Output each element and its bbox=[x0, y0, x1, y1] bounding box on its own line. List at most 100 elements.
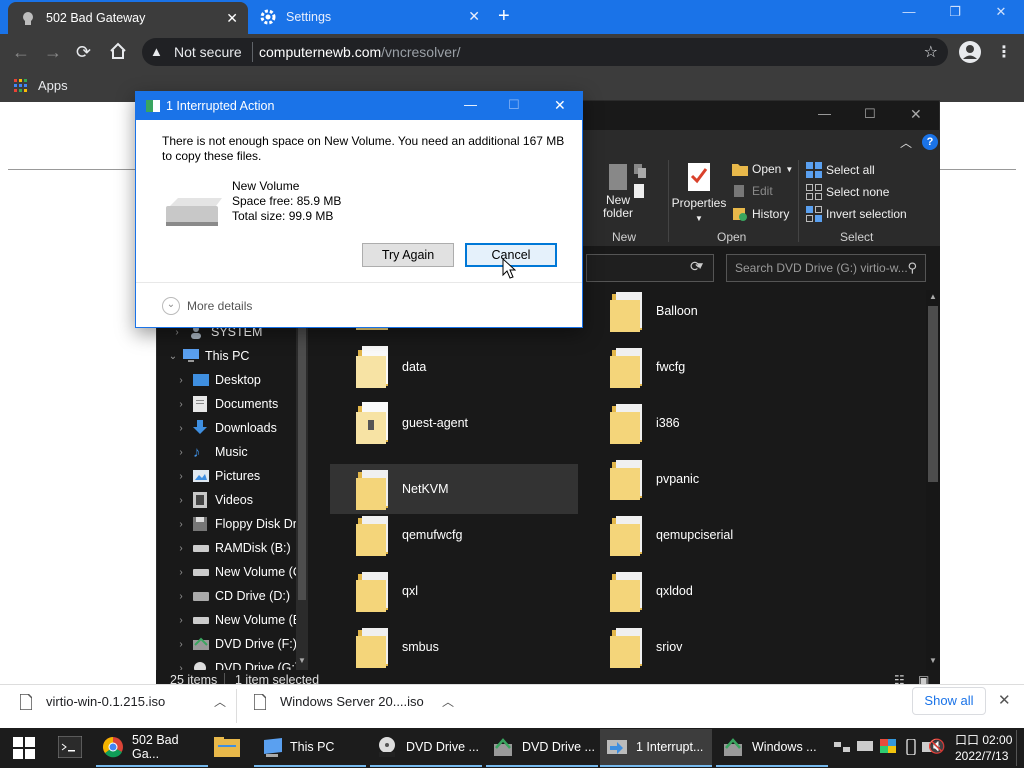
nav-item-dvd-f[interactable]: › DVD Drive (F:) I bbox=[175, 632, 304, 656]
minimize-window-button[interactable]: — bbox=[886, 4, 932, 26]
folder-item[interactable]: i386 bbox=[584, 398, 832, 448]
speaker-muted-icon[interactable]: 🔇 bbox=[928, 738, 945, 755]
nav-scroll-thumb[interactable] bbox=[298, 300, 306, 600]
nav-item-downloads[interactable]: › Downloads bbox=[175, 416, 277, 440]
chevron-right-icon[interactable]: › bbox=[175, 663, 187, 671]
profile-avatar-icon[interactable] bbox=[958, 40, 982, 64]
chevron-right-icon[interactable]: › bbox=[175, 495, 187, 506]
history-button[interactable]: History bbox=[732, 206, 789, 222]
nav-item-cd-drive[interactable]: › CD Drive (D:) bbox=[175, 584, 290, 608]
folder-item[interactable]: smbus bbox=[330, 622, 578, 670]
folder-item[interactable]: fwcfg bbox=[584, 342, 832, 392]
nav-item-new-volume-c[interactable]: › New Volume (C bbox=[175, 560, 302, 584]
chevron-right-icon[interactable]: › bbox=[175, 423, 187, 434]
taskbar-item-interrupted-action[interactable]: 1 Interrupt... bbox=[600, 729, 712, 767]
usb-device-icon[interactable] bbox=[906, 739, 916, 755]
select-none-button[interactable]: Select none bbox=[806, 184, 889, 200]
network-icon[interactable] bbox=[834, 740, 850, 754]
chevron-down-icon[interactable]: ⌄ bbox=[167, 351, 179, 362]
chevron-right-icon[interactable]: › bbox=[175, 639, 187, 650]
collapse-ribbon-icon[interactable]: ︿ bbox=[900, 134, 912, 151]
folder-item[interactable]: qxl bbox=[330, 566, 578, 616]
file-list-scrollbar[interactable]: ▲ ▼ bbox=[926, 290, 940, 670]
chevron-right-icon[interactable]: › bbox=[175, 615, 187, 626]
address-bar[interactable]: ▲ Not secure computernewb.com/vncresolve… bbox=[142, 38, 948, 66]
nav-item-music[interactable]: › ♪ Music bbox=[175, 440, 247, 464]
nav-item-videos[interactable]: › Videos bbox=[175, 488, 253, 512]
help-icon[interactable]: ? bbox=[922, 134, 938, 150]
nav-item-dvd-g[interactable]: › DVD Drive (G:) bbox=[175, 656, 299, 670]
clock-date[interactable]: 2022/7/13 bbox=[955, 749, 1008, 763]
folder-item[interactable]: sriov bbox=[584, 622, 832, 670]
folder-item[interactable]: guest-agent bbox=[330, 398, 578, 448]
folder-item[interactable]: data bbox=[330, 342, 578, 392]
file-list-scroll-thumb[interactable] bbox=[928, 306, 938, 482]
nav-item-pictures[interactable]: › Pictures bbox=[175, 464, 260, 488]
new-tab-button[interactable]: + bbox=[498, 5, 510, 28]
scroll-up-arrow-icon[interactable]: ▲ bbox=[929, 292, 937, 301]
new-item-icon[interactable] bbox=[632, 162, 652, 202]
folder-item[interactable]: qemupciserial bbox=[584, 510, 832, 560]
taskbar-item-windows[interactable]: Windows ... bbox=[716, 729, 828, 767]
explorer-maximize-button[interactable]: ☐ bbox=[864, 106, 876, 122]
download-item[interactable]: Windows Server 20....iso ︿ bbox=[254, 693, 454, 710]
bookmark-star-icon[interactable]: ☆ bbox=[924, 42, 938, 62]
chevron-right-icon[interactable]: › bbox=[175, 471, 187, 482]
chevron-right-icon[interactable]: › bbox=[175, 543, 187, 554]
keyboard-icon[interactable] bbox=[857, 740, 873, 752]
taskbar-item-dvd-drive-1[interactable]: DVD Drive ... bbox=[370, 729, 482, 767]
show-all-button[interactable]: Show all bbox=[912, 687, 986, 715]
nav-item-this-pc[interactable]: ⌄ This PC bbox=[167, 344, 249, 368]
close-downloads-icon[interactable]: ✕ bbox=[998, 691, 1011, 709]
edit-button[interactable]: Edit bbox=[732, 184, 773, 198]
refresh-icon[interactable]: ⟳ bbox=[690, 258, 702, 275]
clock-time[interactable]: 口口 02:00 bbox=[955, 731, 1012, 748]
taskbar-item-dvd-drive-2[interactable]: DVD Drive ... bbox=[486, 729, 598, 767]
close-tab-icon[interactable]: ✕ bbox=[226, 10, 238, 27]
dialog-minimize-button[interactable]: — bbox=[464, 97, 477, 112]
more-details-toggle[interactable]: ⌄ More details bbox=[162, 297, 252, 315]
command-prompt-icon[interactable] bbox=[58, 736, 82, 758]
taskbar-item-chrome[interactable]: 502 Bad Ga... bbox=[96, 729, 208, 767]
properties-button[interactable]: Properties ▼ bbox=[672, 162, 726, 223]
nav-scrollbar[interactable]: ▼ bbox=[296, 290, 308, 670]
apps-shortcut[interactable]: Apps bbox=[14, 78, 68, 93]
open-button[interactable]: Open ▼ bbox=[732, 162, 793, 176]
show-desktop-button[interactable] bbox=[1016, 730, 1022, 766]
select-all-button[interactable]: Select all bbox=[806, 162, 875, 178]
chevron-right-icon[interactable]: › bbox=[175, 447, 187, 458]
back-arrow-icon[interactable]: ← bbox=[12, 42, 30, 63]
nav-item-desktop[interactable]: › Desktop bbox=[175, 368, 261, 392]
scroll-down-arrow-icon[interactable]: ▼ bbox=[929, 656, 937, 665]
folder-item[interactable]: qemufwcfg bbox=[330, 510, 578, 560]
scroll-down-arrow-icon[interactable]: ▼ bbox=[298, 656, 306, 665]
try-again-button[interactable]: Try Again bbox=[362, 243, 454, 267]
chevron-right-icon[interactable]: › bbox=[175, 591, 187, 602]
tab-settings[interactable]: Settings ✕ bbox=[250, 0, 490, 34]
color-display-icon[interactable] bbox=[880, 739, 896, 753]
nav-item-new-volume-e[interactable]: › New Volume (E bbox=[175, 608, 301, 632]
chevron-right-icon[interactable]: › bbox=[175, 567, 187, 578]
chevron-up-icon[interactable]: ︿ bbox=[442, 693, 454, 710]
explorer-search-box[interactable]: Search DVD Drive (G:) virtio-w... ⚲ bbox=[726, 254, 926, 282]
chevron-right-icon[interactable]: › bbox=[175, 375, 187, 386]
file-explorer-folder-icon[interactable] bbox=[214, 735, 240, 759]
taskbar-item-this-pc[interactable]: This PC bbox=[254, 729, 366, 767]
dialog-close-button[interactable]: ✕ bbox=[554, 97, 566, 114]
chevron-right-icon[interactable]: › bbox=[175, 519, 187, 530]
home-icon[interactable] bbox=[108, 41, 128, 61]
explorer-close-button[interactable]: ✕ bbox=[910, 106, 922, 123]
nav-item-ramdisk[interactable]: › RAMDisk (B:) bbox=[175, 536, 290, 560]
nav-item-floppy[interactable]: › Floppy Disk Dri bbox=[175, 512, 300, 536]
chevron-right-icon[interactable]: › bbox=[171, 327, 183, 338]
start-windows-icon[interactable] bbox=[13, 737, 35, 759]
chevron-right-icon[interactable]: › bbox=[175, 399, 187, 410]
folder-item-selected[interactable]: NetKVM bbox=[330, 464, 578, 514]
browser-menu-icon[interactable]: ⋮ bbox=[996, 42, 1012, 62]
nav-item-documents[interactable]: › Documents bbox=[175, 392, 278, 416]
folder-item[interactable]: qxldod bbox=[584, 566, 832, 616]
invert-selection-button[interactable]: Invert selection bbox=[806, 206, 907, 222]
close-tab-icon[interactable]: ✕ bbox=[468, 8, 480, 25]
explorer-minimize-button[interactable]: — bbox=[818, 106, 831, 121]
reload-icon[interactable]: ⟳ bbox=[76, 42, 91, 63]
